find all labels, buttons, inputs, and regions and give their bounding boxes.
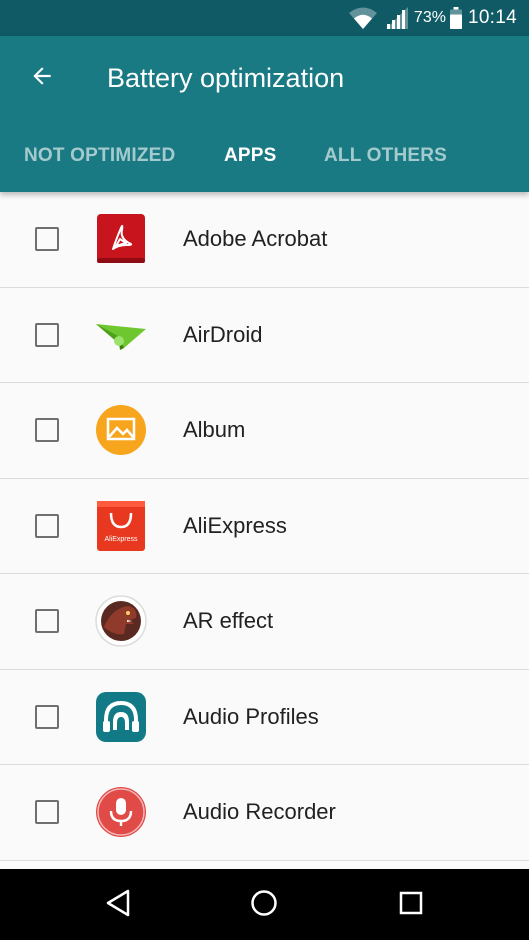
app-name: Audio Recorder — [183, 799, 336, 825]
tab-not-optimized[interactable]: NOT OPTIMIZED — [24, 132, 175, 180]
audio-profiles-icon — [94, 690, 148, 744]
status-icons: 73% 10:14 — [348, 0, 517, 36]
page-title: Battery optimization — [107, 63, 345, 93]
adobe-acrobat-icon — [94, 212, 148, 266]
ar-effect-icon — [94, 594, 148, 648]
list-item[interactable]: AliExpress AliExpress — [0, 479, 529, 574]
navigation-bar — [0, 869, 529, 940]
app-list: Adobe Acrobat AirDroid Album AliExpress … — [0, 192, 529, 869]
nav-back-button[interactable] — [96, 883, 140, 927]
app-name: AirDroid — [183, 321, 263, 347]
app-name: Adobe Acrobat — [183, 226, 328, 252]
album-icon — [94, 403, 148, 457]
list-item[interactable]: Adobe Acrobat — [0, 192, 529, 288]
checkbox[interactable] — [35, 513, 59, 538]
wifi-icon — [348, 5, 378, 31]
tab-apps[interactable]: APPS — [224, 132, 277, 180]
tab-all-others[interactable]: ALL OTHERS — [324, 132, 447, 180]
app-bar: Battery optimization NOT OPTIMIZED APPS … — [0, 36, 529, 192]
arrow-back-icon — [29, 63, 55, 94]
checkbox[interactable] — [35, 322, 59, 347]
clock: 10:14 — [467, 7, 517, 28]
battery-icon — [449, 7, 462, 29]
checkbox[interactable] — [35, 418, 59, 443]
list-item[interactable]: Audio Profiles — [0, 670, 529, 765]
app-name: Album — [183, 417, 246, 443]
circle-home-icon — [249, 888, 279, 923]
app-name: AR effect — [183, 608, 274, 634]
nav-home-button[interactable] — [242, 883, 286, 927]
checkbox[interactable] — [35, 227, 59, 252]
list-item[interactable]: AR effect — [0, 574, 529, 670]
back-button[interactable] — [22, 58, 62, 98]
checkbox[interactable] — [35, 704, 59, 729]
status-bar: 73% 10:14 — [0, 0, 529, 36]
signal-icon — [385, 7, 408, 29]
aliexpress-icon: AliExpress — [94, 499, 148, 553]
checkbox[interactable] — [35, 609, 59, 634]
app-name: AliExpress — [183, 512, 287, 538]
svg-text:AliExpress: AliExpress — [104, 536, 138, 543]
airdroid-icon — [94, 308, 148, 362]
audio-recorder-icon — [94, 785, 148, 839]
tab-bar: NOT OPTIMIZED APPS ALL OTHERS — [0, 132, 529, 180]
checkbox[interactable] — [35, 800, 59, 825]
list-item[interactable]: AirDroid — [0, 288, 529, 383]
square-recents-icon — [397, 889, 425, 922]
battery-percent: 73% — [413, 9, 446, 26]
list-item[interactable]: Audio Recorder — [0, 765, 529, 861]
triangle-back-icon — [104, 888, 132, 923]
list-item[interactable]: Album — [0, 383, 529, 479]
app-name: Audio Profiles — [183, 703, 319, 729]
nav-recents-button[interactable] — [389, 883, 433, 927]
